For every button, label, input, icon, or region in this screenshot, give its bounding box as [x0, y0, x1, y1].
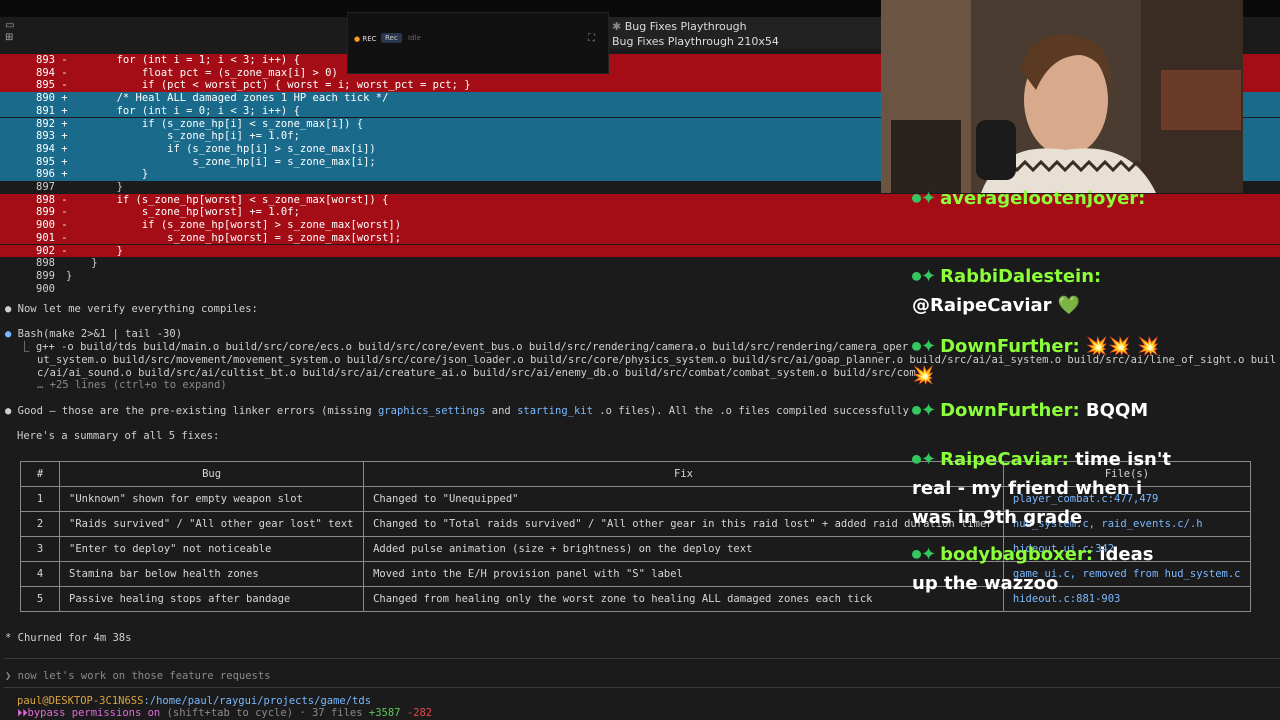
chat-username: RabbiDalestein: — [940, 266, 1102, 287]
code-text: if (s_zone_hp[worst] < s_zone_max[worst]… — [66, 193, 389, 206]
badge-icon: ⏺✦ — [912, 188, 937, 209]
col-header-fix: Fix — [363, 461, 1004, 487]
chat-username: DownFurther: — [940, 336, 1080, 357]
chat-message: ⏺✦ DownFurther: BQQM — [912, 396, 1172, 425]
cell-num: 3 — [20, 536, 60, 562]
cell-fix: Added pulse animation (size + brightness… — [363, 536, 1004, 562]
idle-button[interactable]: Idle — [408, 34, 421, 42]
asterisk-icon: * — [5, 632, 12, 644]
tmux-window-title: ✱ Bug Fixes Playthrough Bug Fixes Playth… — [608, 17, 881, 49]
bullet-icon: ● — [5, 328, 12, 340]
bypass-icon: ⏵⏵ — [17, 707, 28, 719]
bash-command[interactable]: ● Bash(make 2>&1 | tail -30) — [5, 328, 182, 341]
bash-output-line: c/ai/ai_sound.o build/src/ai/cultist_bt.… — [37, 367, 916, 379]
cell-num: 5 — [20, 586, 60, 612]
cell-bug: Passive healing stops after bandage — [58, 586, 365, 612]
code-text: for (int i = 1; i < 3; i++) { — [66, 54, 300, 66]
col-header-num: # — [20, 461, 60, 487]
badge-icon: ⏺✦ — [912, 336, 937, 357]
webcam-image — [881, 0, 1243, 193]
code-text: if (pct < worst_pct) { worst = i; worst_… — [66, 79, 471, 92]
diff-line: 902 - } — [0, 244, 1280, 258]
webcam-overlay — [881, 0, 1243, 193]
cell-fix: Changed to "Unequipped" — [363, 486, 1004, 512]
chat-message: ⏺✦ averagelootenjoyer: — [912, 184, 1172, 213]
code-text: s_zone_hp[worst] = s_zone_max[worst]; — [66, 231, 402, 244]
badge-icon: ⏺✦ — [912, 266, 937, 287]
verify-message: ● Now let me verify everything compiles: — [5, 303, 258, 315]
cell-num: 2 — [20, 511, 60, 537]
cell-bug: "Enter to deploy" not noticeable — [58, 536, 365, 562]
rec-indicator: ● REC — [354, 35, 377, 43]
code-text: } — [66, 181, 123, 193]
cell-bug: "Unknown" shown for empty weapon slot — [58, 486, 365, 512]
chat-username: averagelootenjoyer: — [940, 188, 1146, 209]
chat-text: BQQM — [1085, 400, 1149, 421]
code-text: } — [66, 269, 73, 282]
window-title: ✱ Bug Fixes Playthrough — [612, 20, 747, 33]
prompt-input[interactable]: ❯ now let's work on those feature reques… — [5, 670, 271, 683]
chat-username: RaipeCaviar: — [940, 449, 1069, 470]
code-text: } — [66, 257, 98, 270]
code-text: s_zone_hp[i] += 1.0f; — [66, 130, 300, 143]
code-text: for (int i = 0; i < 3; i++) { — [66, 104, 300, 117]
code-text: if (s_zone_hp[i] > s_zone_max[i]) — [66, 142, 376, 155]
line-number: 900 — [36, 282, 55, 295]
recorder-overlay: ● REC Rec Idle ⛶ — [347, 12, 609, 74]
cell-num: 4 — [20, 561, 60, 587]
chat-message: ⏺✦ bodybagboxer: ideas up the wazzoo — [912, 540, 1172, 598]
cell-fix: Moved into the E/H provision panel with … — [363, 561, 1004, 587]
prompt-chevron-icon: ❯ — [5, 670, 12, 682]
churned-status: * Churned for 4m 38s — [5, 632, 132, 644]
chat-username: DownFurther: — [940, 400, 1080, 421]
cell-fix: Changed from healing only the worst zone… — [363, 586, 1004, 612]
cell-bug: Stamina bar below health zones — [58, 561, 365, 587]
bullet-icon: ● — [5, 405, 12, 417]
good-message: ● Good — those are the pre-existing link… — [5, 405, 909, 417]
badge-icon: ⏺✦ — [912, 449, 937, 470]
expand-icon[interactable]: ⛶ — [588, 33, 595, 44]
output-icon: ⎿ — [19, 341, 30, 353]
cell-fix: Changed to "Total raids survived" / "All… — [363, 511, 1004, 537]
badge-icon: ⏺✦ — [912, 544, 937, 565]
side-icons: ▭ ⊞ — [5, 20, 14, 44]
badge-icon: ⏺✦ — [912, 400, 937, 421]
divider — [4, 658, 1280, 659]
shell-path: paul@DESKTOP-3C1N6SS:/home/paul/raygui/p… — [17, 695, 372, 707]
chat-message: ⏺✦ RabbiDalestein: @RaipeCaviar 💚 — [912, 262, 1172, 320]
summary-title: Here's a summary of all 5 fixes: — [17, 430, 220, 442]
code-text: if (s_zone_hp[worst] > s_zone_max[worst]… — [66, 219, 402, 232]
permissions-status: ⏵⏵bypass permissions on (shift+tab to cy… — [17, 707, 433, 719]
col-header-bug: Bug — [58, 461, 365, 487]
chat-message: ⏺✦ RaipeCaviar: time isn't real - my frie… — [912, 445, 1172, 532]
chat-text: @RaipeCaviar 💚 — [912, 295, 1081, 316]
chat-username: bodybagboxer: — [940, 544, 1094, 565]
diff-line: 901 - s_zone_hp[worst] = s_zone_max[wors… — [0, 231, 1280, 245]
rec-button[interactable]: Rec — [381, 33, 402, 43]
code-text: if (s_zone_hp[i] < s_zone_max[i]) { — [66, 117, 364, 130]
window-subtitle: Bug Fixes Playthrough 210x54 — [612, 35, 779, 48]
code-text: s_zone_hp[i] = s_zone_max[i]; — [66, 155, 376, 168]
terminal-icon[interactable]: ▭ — [5, 20, 14, 32]
cell-bug: "Raids survived" / "All other gear lost"… — [58, 511, 365, 537]
bullet-icon: ● — [5, 303, 12, 315]
code-text: s_zone_hp[worst] += 1.0f; — [66, 206, 300, 219]
code-text: /* Heal ALL damaged zones 1 HP each tick… — [66, 92, 389, 105]
bash-output-line: ⎿ g++ -o build/tds build/main.o build/sr… — [19, 341, 909, 353]
code-text: } — [66, 168, 149, 181]
expand-hint[interactable]: … +25 lines (ctrl+o to expand) — [37, 379, 227, 392]
chat-message: ⏺✦ DownFurther: 💥💥 💥💥 — [912, 332, 1172, 390]
diff-line: 900 - if (s_zone_hp[worst] > s_zone_max[… — [0, 219, 1280, 232]
cell-num: 1 — [20, 486, 60, 512]
code-text: } — [66, 244, 123, 257]
code-text: float pct = (s_zone_max[i] > 0) — [66, 66, 338, 79]
divider — [4, 687, 1280, 688]
grid-icon[interactable]: ⊞ — [5, 32, 14, 44]
